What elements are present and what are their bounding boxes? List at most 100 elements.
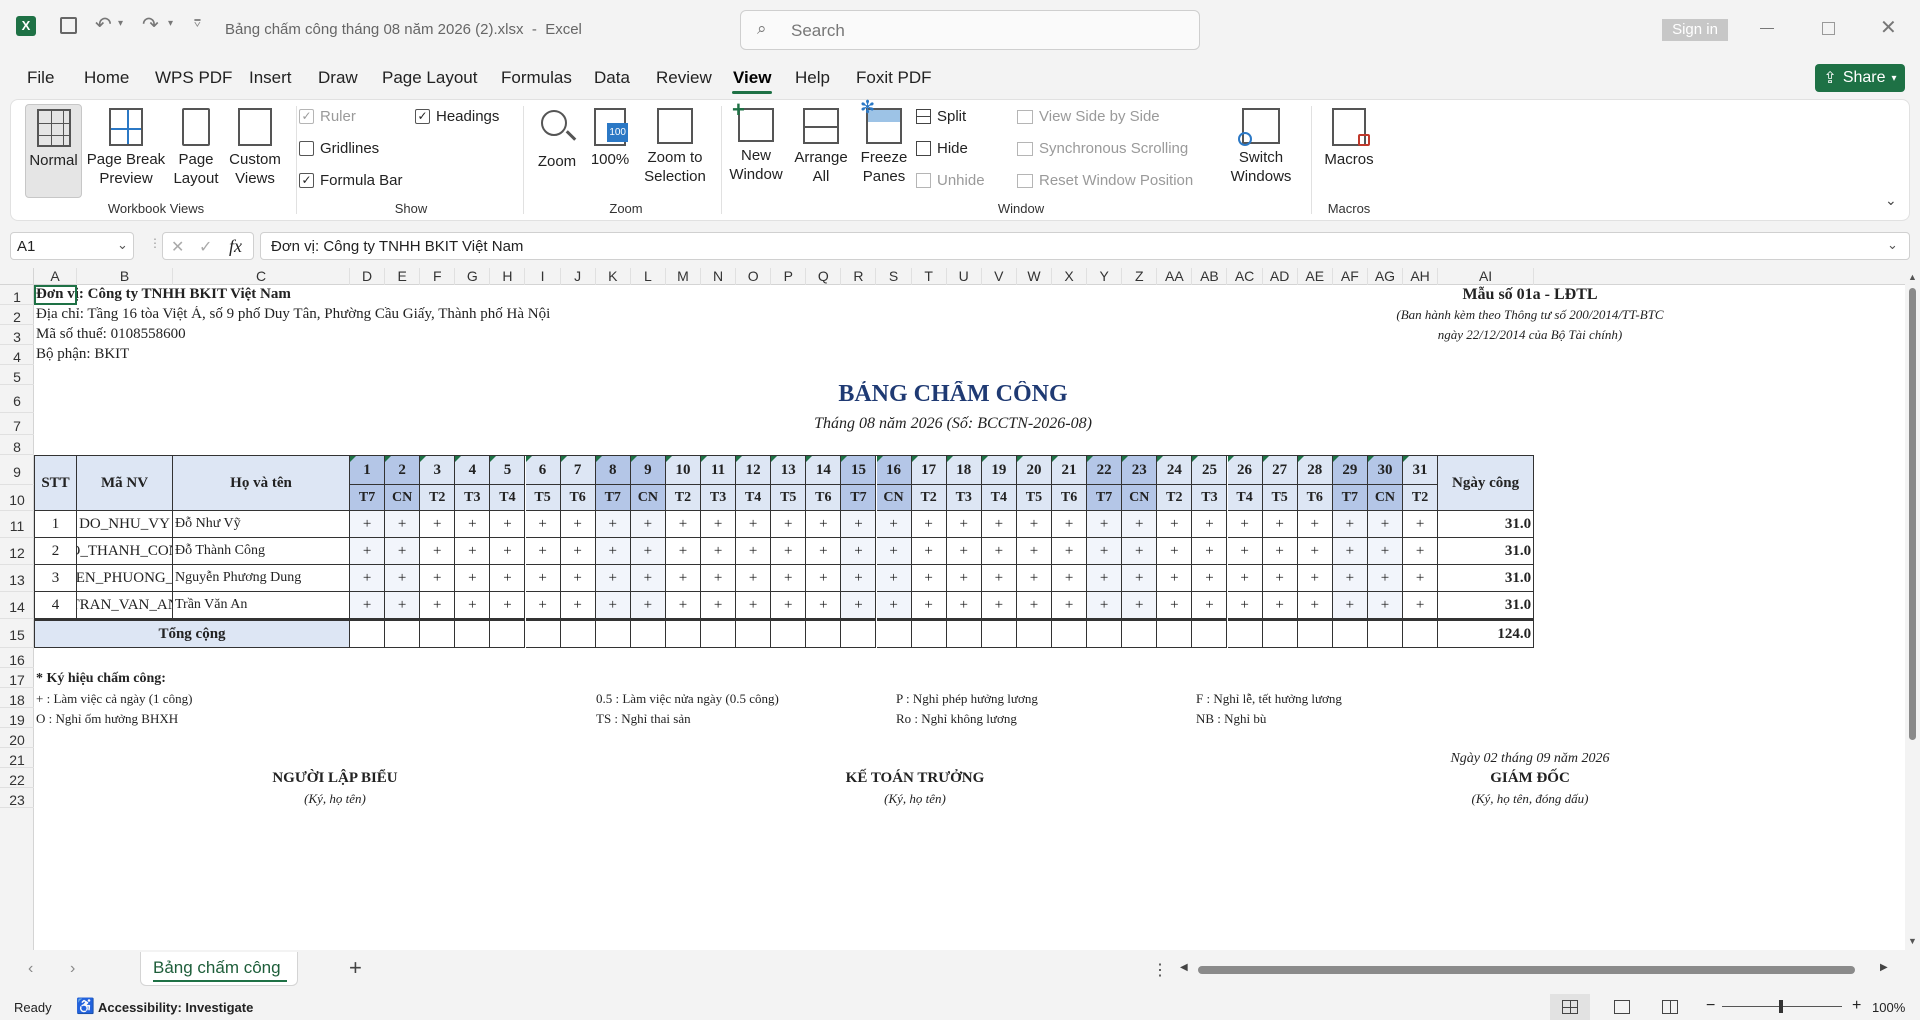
zoom-level[interactable]: 100% (1872, 1000, 1905, 1015)
tab-options-icon[interactable]: ⋮ (1152, 960, 1168, 980)
weekday-header-24[interactable]: T2 (1157, 485, 1193, 511)
attendance-cell[interactable]: + (736, 565, 772, 592)
day-header-10[interactable]: 10 (665, 455, 701, 485)
total-day-cell[interactable] (1016, 619, 1052, 648)
vertical-scroll-thumb[interactable] (1909, 288, 1916, 740)
day-header-7[interactable]: 7 (560, 455, 596, 485)
day-header-26[interactable]: 26 (1227, 455, 1263, 485)
attendance-cell[interactable]: + (525, 565, 561, 592)
attendance-cell[interactable]: + (1367, 565, 1403, 592)
attendance-cell[interactable]: + (1403, 511, 1439, 538)
attendance-cell[interactable]: + (665, 511, 701, 538)
total-day-cell[interactable] (525, 619, 561, 648)
attendance-cell[interactable]: + (911, 538, 947, 565)
attendance-cell[interactable]: + (1157, 592, 1193, 619)
zoom-out-icon[interactable]: − (1706, 997, 1715, 1015)
attendance-cell[interactable]: + (455, 592, 491, 619)
undo-dropdown-icon[interactable]: ▾ (118, 18, 123, 29)
row-header-8[interactable]: 8 (0, 435, 34, 455)
sheet-tab-active[interactable]: Bảng chấm công (140, 952, 298, 986)
attendance-cell[interactable]: + (420, 511, 456, 538)
attendance-cell[interactable]: + (420, 538, 456, 565)
total-day-cell[interactable] (1227, 619, 1263, 648)
tab-page-layout[interactable]: Page Layout (382, 68, 477, 88)
row-header-22[interactable]: 22 (0, 768, 34, 788)
row-ma-nv[interactable]: DO_THANH_CONG (77, 538, 173, 565)
page-break-status-icon[interactable] (1662, 1000, 1678, 1014)
day-header-13[interactable]: 13 (771, 455, 807, 485)
signature-title-director[interactable]: GIÁM ĐỐC (1380, 770, 1680, 787)
day-header-22[interactable]: 22 (1087, 455, 1123, 485)
tab-formulas[interactable]: Formulas (501, 68, 572, 88)
attendance-cell[interactable]: + (560, 538, 596, 565)
attendance-cell[interactable]: + (841, 511, 877, 538)
row-ngay-cong[interactable]: 31.0 (1438, 565, 1535, 592)
tab-help[interactable]: Help (795, 68, 830, 88)
header-stt[interactable]: STT (34, 455, 77, 511)
attendance-cell[interactable]: + (350, 538, 386, 565)
weekday-header-16[interactable]: CN (876, 485, 912, 511)
row-ho-ten[interactable]: Đỗ Thành Công (173, 538, 350, 565)
add-sheet-icon[interactable]: + (349, 955, 362, 981)
attendance-cell[interactable]: + (981, 592, 1017, 619)
arrange-all-button[interactable]: Arrange All (791, 108, 851, 186)
restore-icon[interactable] (1822, 22, 1835, 35)
row-header-4[interactable]: 4 (0, 345, 34, 365)
row-header-23[interactable]: 23 (0, 788, 34, 808)
attendance-cell[interactable]: + (1262, 565, 1298, 592)
weekday-header-18[interactable]: T3 (946, 485, 982, 511)
day-header-21[interactable]: 21 (1052, 455, 1088, 485)
attendance-cell[interactable]: + (771, 592, 807, 619)
scroll-down-icon[interactable]: ▼ (1908, 936, 1917, 946)
collapse-ribbon-icon[interactable]: ⌄ (1885, 192, 1897, 209)
day-header-1[interactable]: 1 (350, 455, 386, 485)
attendance-cell[interactable]: + (595, 592, 631, 619)
weekday-header-4[interactable]: T3 (455, 485, 491, 511)
attendance-cell[interactable]: + (806, 592, 842, 619)
weekday-header-6[interactable]: T5 (525, 485, 561, 511)
day-header-27[interactable]: 27 (1262, 455, 1298, 485)
tab-home[interactable]: Home (84, 68, 129, 88)
horizontal-scroll-thumb[interactable] (1198, 966, 1855, 974)
zoom-to-selection-button[interactable]: Zoom to Selection (637, 108, 713, 186)
row-ho-ten[interactable]: Đỗ Như Vỹ (173, 511, 350, 538)
attendance-cell[interactable]: + (1403, 592, 1439, 619)
zoom-100-button[interactable]: 100 100% (588, 108, 632, 169)
total-day-cell[interactable] (595, 619, 631, 648)
total-day-cell[interactable] (1052, 619, 1088, 648)
attendance-cell[interactable]: + (1367, 538, 1403, 565)
row-header-13[interactable]: 13 (0, 565, 34, 592)
hscroll-left-icon[interactable]: ◀ (1180, 962, 1188, 973)
signature-note-chief-accountant[interactable]: (Ký, họ tên) (765, 791, 1065, 807)
attendance-cell[interactable]: + (525, 538, 561, 565)
attendance-cell[interactable]: + (806, 565, 842, 592)
attendance-cell[interactable]: + (771, 565, 807, 592)
attendance-cell[interactable]: + (841, 538, 877, 565)
tab-wps-pdf[interactable]: WPS PDF (155, 68, 232, 88)
attendance-cell[interactable]: + (560, 565, 596, 592)
legend-title[interactable]: * Ký hiệu chấm công: (36, 671, 166, 687)
header-ngay-cong[interactable]: Ngày công (1438, 455, 1535, 511)
attendance-cell[interactable]: + (1052, 538, 1088, 565)
new-window-button[interactable]: + New Window (725, 99, 787, 184)
day-header-28[interactable]: 28 (1297, 455, 1333, 485)
macros-button[interactable]: Macros (1317, 108, 1381, 169)
undo-icon[interactable]: ↶ (95, 12, 112, 37)
weekday-header-19[interactable]: T4 (981, 485, 1017, 511)
expand-formula-icon[interactable]: ⌄ (1887, 237, 1898, 253)
next-sheet-icon[interactable]: › (70, 960, 75, 978)
weekday-header-7[interactable]: T6 (560, 485, 596, 511)
total-day-cell[interactable] (1297, 619, 1333, 648)
attendance-cell[interactable]: + (595, 511, 631, 538)
total-day-cell[interactable] (806, 619, 842, 648)
attendance-cell[interactable]: + (1192, 565, 1228, 592)
attendance-cell[interactable]: + (1052, 592, 1088, 619)
day-header-14[interactable]: 14 (806, 455, 842, 485)
zoom-button[interactable]: Zoom (531, 108, 583, 171)
hscroll-right-icon[interactable]: ▶ (1880, 962, 1888, 973)
total-day-cell[interactable] (1367, 619, 1403, 648)
attendance-cell[interactable]: + (385, 538, 421, 565)
weekday-header-11[interactable]: T3 (701, 485, 737, 511)
day-header-25[interactable]: 25 (1192, 455, 1228, 485)
attendance-cell[interactable]: + (1122, 565, 1158, 592)
